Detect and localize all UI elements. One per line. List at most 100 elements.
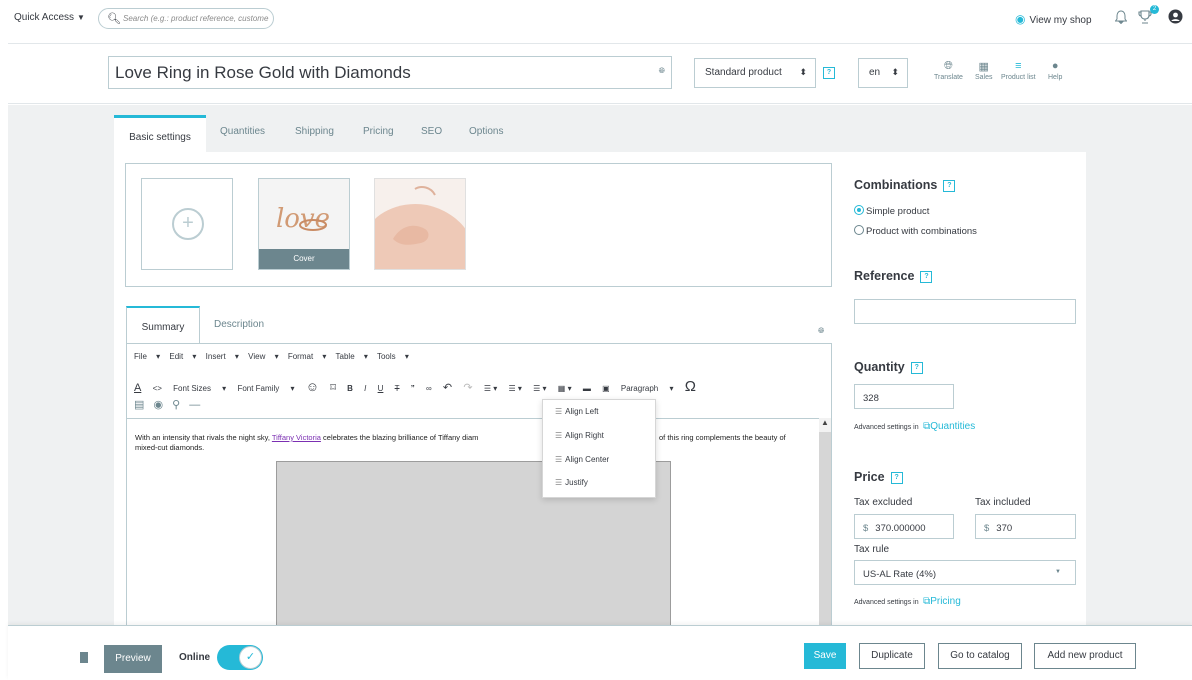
bullet-list-icon[interactable]: ☰ ▾ <box>508 384 521 393</box>
find-replace-icon[interactable]: ⚲ <box>172 399 180 411</box>
align-left-option[interactable]: ☰ Align Left <box>555 407 599 416</box>
advanced-text: Advanced settings in <box>854 599 919 606</box>
menu-file[interactable]: File ▾ <box>134 352 160 361</box>
tab-seo[interactable]: SEO <box>421 126 442 137</box>
italic-icon[interactable]: I <box>364 384 366 393</box>
product-image-model[interactable] <box>374 178 466 270</box>
text-color-icon[interactable]: A <box>134 382 141 394</box>
tab-options[interactable]: Options <box>469 126 503 137</box>
add-new-product-button[interactable]: Add new product <box>1034 643 1136 669</box>
justify-icon: ☰ <box>555 478 563 487</box>
media-icon[interactable]: ▣ <box>602 384 610 393</box>
menu-table[interactable]: Table ▾ <box>336 352 368 361</box>
justify-option[interactable]: ☰ Justify <box>555 478 588 487</box>
paragraph-dropdown[interactable]: Paragraph ▾ <box>621 384 674 393</box>
scroll-up-icon[interactable]: ▲ <box>819 418 831 432</box>
tab-pricing[interactable]: Pricing <box>363 126 394 137</box>
tab-shipping[interactable]: Shipping <box>295 126 334 137</box>
trophy-icon[interactable]: 2 <box>1138 5 1159 27</box>
help-icon[interactable]: ? <box>920 270 933 283</box>
view-my-shop-link[interactable]: ◉ View my shop <box>1015 12 1092 26</box>
menu-format[interactable]: Format ▾ <box>288 352 327 361</box>
text-segment: of this ring complements the beauty of <box>659 433 786 442</box>
help-icon[interactable]: ? <box>910 361 923 374</box>
menu-edit[interactable]: Edit ▾ <box>169 352 196 361</box>
help-icon[interactable]: ? <box>943 179 956 192</box>
font-sizes-dropdown[interactable]: Font Sizes ▾ <box>173 384 226 393</box>
translate-icon[interactable]: 🌐︎ <box>818 326 824 336</box>
product-image-cover[interactable]: love Cover <box>258 178 350 270</box>
tab-label: Options <box>469 126 504 137</box>
text-segment: mixed-cut diamonds. <box>135 443 205 452</box>
preview-eye-icon[interactable]: ◉ <box>153 399 163 411</box>
user-account-icon[interactable] <box>1168 9 1183 27</box>
align-right-option[interactable]: ☰ Align Right <box>555 431 604 440</box>
quantities-link[interactable]: ⧉Quantities <box>923 421 975 432</box>
product-list-tool[interactable]: ≡ Product list <box>1001 60 1036 81</box>
menu-insert[interactable]: Insert ▾ <box>206 352 239 361</box>
price-tax-included-input[interactable]: $370 <box>975 514 1076 539</box>
tab-summary[interactable]: Summary <box>126 306 200 344</box>
trash-icon[interactable] <box>80 652 88 663</box>
add-image-button[interactable]: + <box>141 178 233 270</box>
help-tool[interactable]: ● Help <box>1048 60 1062 81</box>
tax-rule-select[interactable]: US-AL Rate (4%) ▼ <box>854 560 1076 585</box>
reference-input[interactable] <box>854 299 1076 324</box>
quantity-input[interactable]: 328 <box>854 384 954 409</box>
quick-access-label: Quick Access <box>14 12 75 23</box>
price-tax-excluded-input[interactable]: $370.000000 <box>854 514 954 539</box>
translate-icon[interactable]: 🌐︎ <box>659 66 665 76</box>
language-value: en <box>869 67 881 78</box>
text-link[interactable]: Tiffany Victoria <box>272 433 321 442</box>
horizontal-rule-icon[interactable]: — <box>189 399 200 411</box>
blockquote-icon[interactable]: ” <box>411 384 415 393</box>
tab-quantities[interactable]: Quantities <box>220 126 265 137</box>
underline-icon[interactable]: U <box>378 384 384 393</box>
preview-button[interactable]: Preview <box>104 645 162 673</box>
image-icon[interactable]: ▬ <box>583 384 591 393</box>
translate-tool[interactable]: 🌐︎ Translate <box>934 60 963 81</box>
help-icon[interactable]: ? <box>890 471 903 484</box>
product-type-select[interactable]: Standard product ⬍ <box>694 58 816 88</box>
save-button[interactable]: Save <box>804 643 846 669</box>
go-to-catalog-button[interactable]: Go to catalog <box>938 643 1022 669</box>
print-icon[interactable]: ▤ <box>134 399 144 411</box>
quick-access-menu[interactable]: Quick Access ▼ <box>14 12 85 23</box>
align-dropdown-icon[interactable]: ☰ ▾ <box>484 384 497 393</box>
help-icon[interactable]: ? <box>823 67 835 79</box>
pricing-link[interactable]: ⧉Pricing <box>923 596 961 607</box>
online-label: Online <box>179 652 211 663</box>
search-input[interactable]: 🔍︎ Search (e.g.: product reference, cust… <box>98 8 274 29</box>
online-toggle[interactable]: ✓ <box>217 645 263 670</box>
align-center-option[interactable]: ☰ Align Center <box>555 455 609 464</box>
editor-toolbar: A <> Font Sizes ▾ Font Family ▾ ☺ ⌑ B I … <box>134 378 705 395</box>
notification-badge: 2 <box>1150 5 1159 14</box>
tab-description[interactable]: Description <box>214 319 264 330</box>
source-code-icon[interactable]: <> <box>153 384 162 393</box>
undo-icon[interactable]: ↶ <box>443 381 452 394</box>
redo-icon[interactable]: ↷ <box>463 381 472 394</box>
bell-icon[interactable] <box>1114 10 1128 27</box>
table-icon[interactable]: ▦ ▾ <box>558 384 572 393</box>
menu-tools[interactable]: Tools ▾ <box>377 352 409 361</box>
radio-product-with-combinations[interactable]: Product with combinations <box>854 225 977 237</box>
align-dropdown-menu: ☰ Align Left ☰ Align Right ☰ Align Center ☰… <box>542 399 656 498</box>
radio-simple-product[interactable]: Simple product <box>854 205 929 217</box>
language-select[interactable]: en ⬍ <box>858 58 908 88</box>
link-icon[interactable]: ∞ <box>426 384 432 393</box>
bold-icon[interactable]: B <box>347 384 353 393</box>
sales-tool[interactable]: ▦ Sales <box>975 60 993 81</box>
editor-scrollbar[interactable]: ▲ <box>819 418 831 630</box>
duplicate-button[interactable]: Duplicate <box>859 643 925 669</box>
menu-view[interactable]: View ▾ <box>248 352 278 361</box>
font-family-dropdown[interactable]: Font Family ▾ <box>237 384 294 393</box>
tab-basic-settings[interactable]: Basic settings <box>114 115 206 153</box>
numbered-list-icon[interactable]: ☰ ▾ <box>533 384 546 393</box>
advanced-text: Advanced settings in <box>854 424 919 431</box>
price-value: 370 <box>996 523 1013 534</box>
special-character-icon[interactable]: Ω <box>685 378 696 395</box>
strikethrough-icon[interactable]: T <box>395 384 400 393</box>
product-name-input[interactable]: Love Ring in Rose Gold with Diamonds 🌐︎ <box>108 56 672 89</box>
bookmark-icon[interactable]: ⌑ <box>330 381 336 394</box>
emoticon-icon[interactable]: ☺ <box>306 379 319 394</box>
